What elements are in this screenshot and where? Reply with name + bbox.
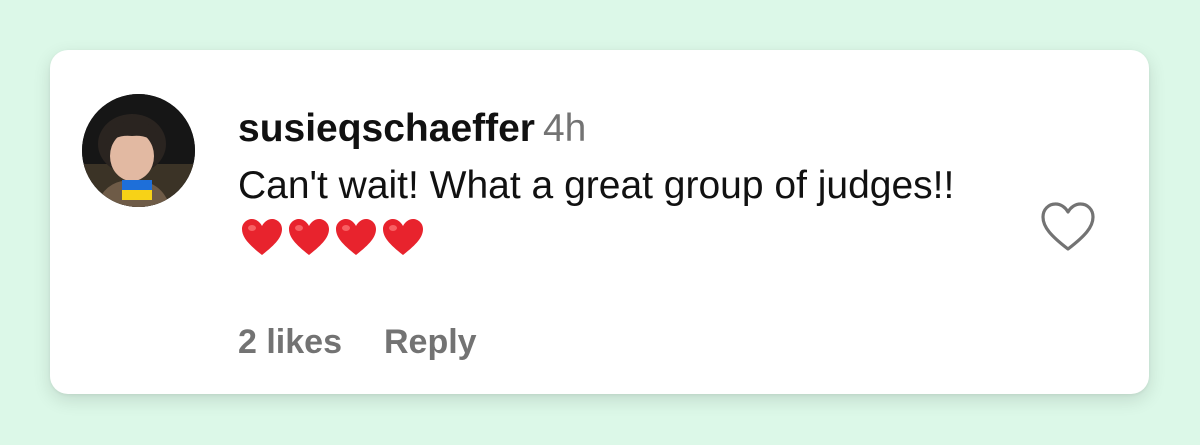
heart-outline-icon (1041, 202, 1095, 251)
red-heart-emoji-icon (242, 219, 282, 255)
comment-card: susieqschaeffer 4h Can't wait! What a gre… (50, 50, 1149, 394)
ukraine-flag-icon (122, 180, 152, 200)
reply-button[interactable]: Reply (384, 323, 477, 361)
red-heart-emoji-icon (383, 219, 423, 255)
red-heart-emoji-icon (289, 219, 329, 255)
comment-header: susieqschaeffer 4h (238, 106, 1038, 152)
avatar[interactable] (82, 94, 195, 207)
comment-text-block: Can't wait! What a great group of judges… (238, 158, 1018, 272)
comment-text: Can't wait! What a great group of judges… (238, 164, 955, 207)
heart-emojis (240, 217, 428, 272)
likes-count-button[interactable]: 2 likes (238, 323, 342, 361)
comment-actions: 2 likes Reply (238, 322, 477, 362)
avatar-image (82, 94, 195, 207)
red-heart-emoji-icon (336, 219, 376, 255)
comment-timestamp[interactable]: 4h (543, 107, 586, 150)
username-link[interactable]: susieqschaeffer (238, 107, 535, 150)
like-button[interactable] (1039, 200, 1097, 254)
comment-body: susieqschaeffer 4h Can't wait! What a gre… (238, 106, 1038, 272)
